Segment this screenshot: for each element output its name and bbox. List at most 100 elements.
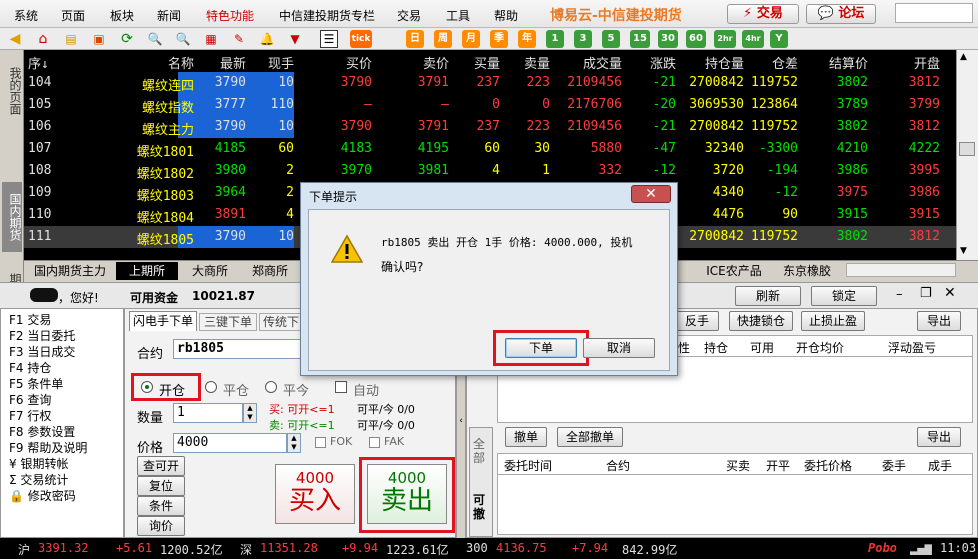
tree-item-conditional[interactable]: F5 条件单 <box>9 375 63 392</box>
tree-item-today-fills[interactable]: F3 当日成交 <box>9 343 75 360</box>
period-y[interactable]: Y <box>770 30 788 48</box>
period-2hr[interactable]: 2hr <box>714 30 736 48</box>
trade-button[interactable]: ⚡ 交易 <box>727 4 799 24</box>
reset-button[interactable]: 复位 <box>137 476 185 496</box>
quote-row[interactable]: 106 螺纹主力 3790 10 3790 3791 237 223 2109456 -21 270… <box>24 116 956 138</box>
cancel-dialog-button[interactable]: 取消 <box>583 338 655 358</box>
col-askvol[interactable]: 卖量 <box>514 53 550 72</box>
window-icon[interactable]: ▦ <box>202 30 220 48</box>
tab-all-orders[interactable]: 全部 <box>473 437 489 465</box>
period-5m[interactable]: 5 <box>602 30 620 48</box>
export-orders-button[interactable]: 导出 <box>917 427 961 447</box>
col-volume[interactable]: 成交量 <box>564 53 622 72</box>
col-bid[interactable]: 买价 <box>324 53 372 72</box>
period-30m[interactable]: 30 <box>658 30 678 48</box>
buy-button[interactable]: 4000 买入 <box>275 464 355 524</box>
period-60m[interactable]: 60 <box>686 30 706 48</box>
tab-three-key[interactable]: 三键下单 <box>199 313 257 331</box>
tab-ice-agri[interactable]: ICE农产品 <box>700 262 768 280</box>
period-1m[interactable]: 1 <box>546 30 564 48</box>
tree-item-positions[interactable]: F4 持仓 <box>9 359 51 376</box>
bell-icon[interactable]: 🔔 <box>258 30 276 48</box>
menu-news[interactable]: 新闻 <box>157 7 181 24</box>
quote-scrollbar[interactable]: ▲ ▼ <box>956 50 978 260</box>
news-icon[interactable]: ▣ <box>90 30 108 48</box>
condition-button[interactable]: 条件 <box>137 496 185 516</box>
col-settle[interactable]: 结算价 <box>820 53 868 72</box>
menu-help[interactable]: 帮助 <box>494 7 518 24</box>
tree-item-help[interactable]: F9 帮助及说明 <box>9 439 87 456</box>
qty-input[interactable]: 1 <box>173 403 243 423</box>
period-3m[interactable]: 3 <box>574 30 592 48</box>
scroll-up-icon[interactable]: ▲ <box>960 52 967 62</box>
forum-button[interactable]: 💬 论坛 <box>806 4 876 24</box>
tab-main-contracts[interactable]: 国内期货主力 <box>28 262 112 280</box>
zoom-out-icon[interactable]: 🔍 <box>174 30 192 48</box>
col-last[interactable]: 最新 <box>206 53 246 72</box>
price-stepper[interactable]: ▲ ▼ <box>287 433 301 453</box>
tick-period[interactable]: tick <box>350 30 372 48</box>
dialog-close-icon[interactable]: ✕ <box>631 185 671 203</box>
reverse-button[interactable]: 反手 <box>675 311 719 331</box>
col-oi[interactable]: 持仓量 <box>686 53 744 72</box>
scroll-thumb[interactable] <box>959 142 975 156</box>
menu-trade[interactable]: 交易 <box>397 7 421 24</box>
close-radio[interactable] <box>205 381 217 393</box>
cancel-order-button[interactable]: 撤单 <box>505 427 547 447</box>
tree-item-change-password[interactable]: 🔒 修改密码 <box>9 487 76 504</box>
col-oi-diff[interactable]: 仓差 <box>752 53 798 72</box>
menu-tools[interactable]: 工具 <box>446 7 470 24</box>
tab-my-page[interactable]: 我的页面 <box>2 56 22 126</box>
period-4hr[interactable]: 4hr <box>742 30 764 48</box>
tree-item-query[interactable]: F6 查询 <box>9 391 51 408</box>
tab-dce[interactable]: 大商所 <box>182 262 238 280</box>
col-lastqty[interactable]: 现手 <box>254 53 294 72</box>
tree-item-today-orders[interactable]: F2 当日委托 <box>9 327 75 344</box>
period-year[interactable]: 年 <box>518 30 536 48</box>
col-change[interactable]: 涨跌 <box>636 53 676 72</box>
col-name[interactable]: 名称 <box>144 53 194 72</box>
tab-cancelable[interactable]: 可撤 <box>473 493 489 521</box>
quick-lock-button[interactable]: 快捷锁仓 <box>729 311 793 331</box>
tree-item-statistics[interactable]: Σ 交易统计 <box>9 471 68 488</box>
tree-item-settings[interactable]: F8 参数设置 <box>9 423 75 440</box>
export-positions-button[interactable]: 导出 <box>917 311 961 331</box>
period-quarter[interactable]: 季 <box>490 30 508 48</box>
fak-checkbox[interactable] <box>369 437 380 448</box>
minimize-icon[interactable]: – <box>896 287 903 302</box>
col-open[interactable]: 开盘 <box>896 53 940 72</box>
tree-item-exercise[interactable]: F7 行权 <box>9 407 51 424</box>
tab-czce[interactable]: 郑商所 <box>242 262 298 280</box>
refresh-button[interactable]: 刷新 <box>735 286 801 306</box>
menu-column[interactable]: 中信建投期货专栏 <box>279 7 375 24</box>
query-openable-button[interactable]: 查可开 <box>137 456 185 476</box>
tab-scrollbar[interactable] <box>846 263 956 277</box>
tree-item-trade[interactable]: F1 交易 <box>9 311 51 328</box>
inquiry-button[interactable]: 询价 <box>137 516 185 536</box>
period-week[interactable]: 周 <box>434 30 452 48</box>
menu-sector[interactable]: 板块 <box>110 7 134 24</box>
menu-page[interactable]: 页面 <box>61 7 85 24</box>
tab-traditional[interactable]: 传统下 <box>259 313 303 331</box>
quote-row[interactable]: 104 螺纹连四 3790 10 3790 3791 237 223 2109456 -21 270… <box>24 72 956 94</box>
tree-item-bank-transfer[interactable]: ¥ 银期转帐 <box>9 455 68 472</box>
refresh-icon[interactable]: ⟳ <box>118 30 136 48</box>
menu-features[interactable]: 特色功能 <box>206 7 254 24</box>
tab-shfe[interactable]: 上期所 <box>116 262 178 280</box>
period-15m[interactable]: 15 <box>630 30 650 48</box>
cancel-all-button[interactable]: 全部撤单 <box>557 427 623 447</box>
database-icon[interactable]: ▤ <box>62 30 80 48</box>
col-ask[interactable]: 卖价 <box>404 53 449 72</box>
qty-stepper[interactable]: ▲ ▼ <box>243 403 257 423</box>
home-icon[interactable]: ⌂ <box>34 30 52 48</box>
col-bidvol[interactable]: 买量 <box>464 53 500 72</box>
back-arrow-icon[interactable]: ◀ <box>6 30 24 48</box>
pen-icon[interactable]: ✎ <box>230 30 248 48</box>
sell-button[interactable]: 4000 卖出 <box>367 464 447 524</box>
list-view-icon[interactable]: ☰ <box>320 30 338 48</box>
col-seq[interactable]: 序↓ <box>28 53 49 72</box>
zoom-in-icon[interactable]: 🔍 <box>146 30 164 48</box>
fok-checkbox[interactable] <box>315 437 326 448</box>
lock-button[interactable]: 锁定 <box>811 286 877 306</box>
contract-input[interactable]: rb1805 <box>173 339 303 359</box>
